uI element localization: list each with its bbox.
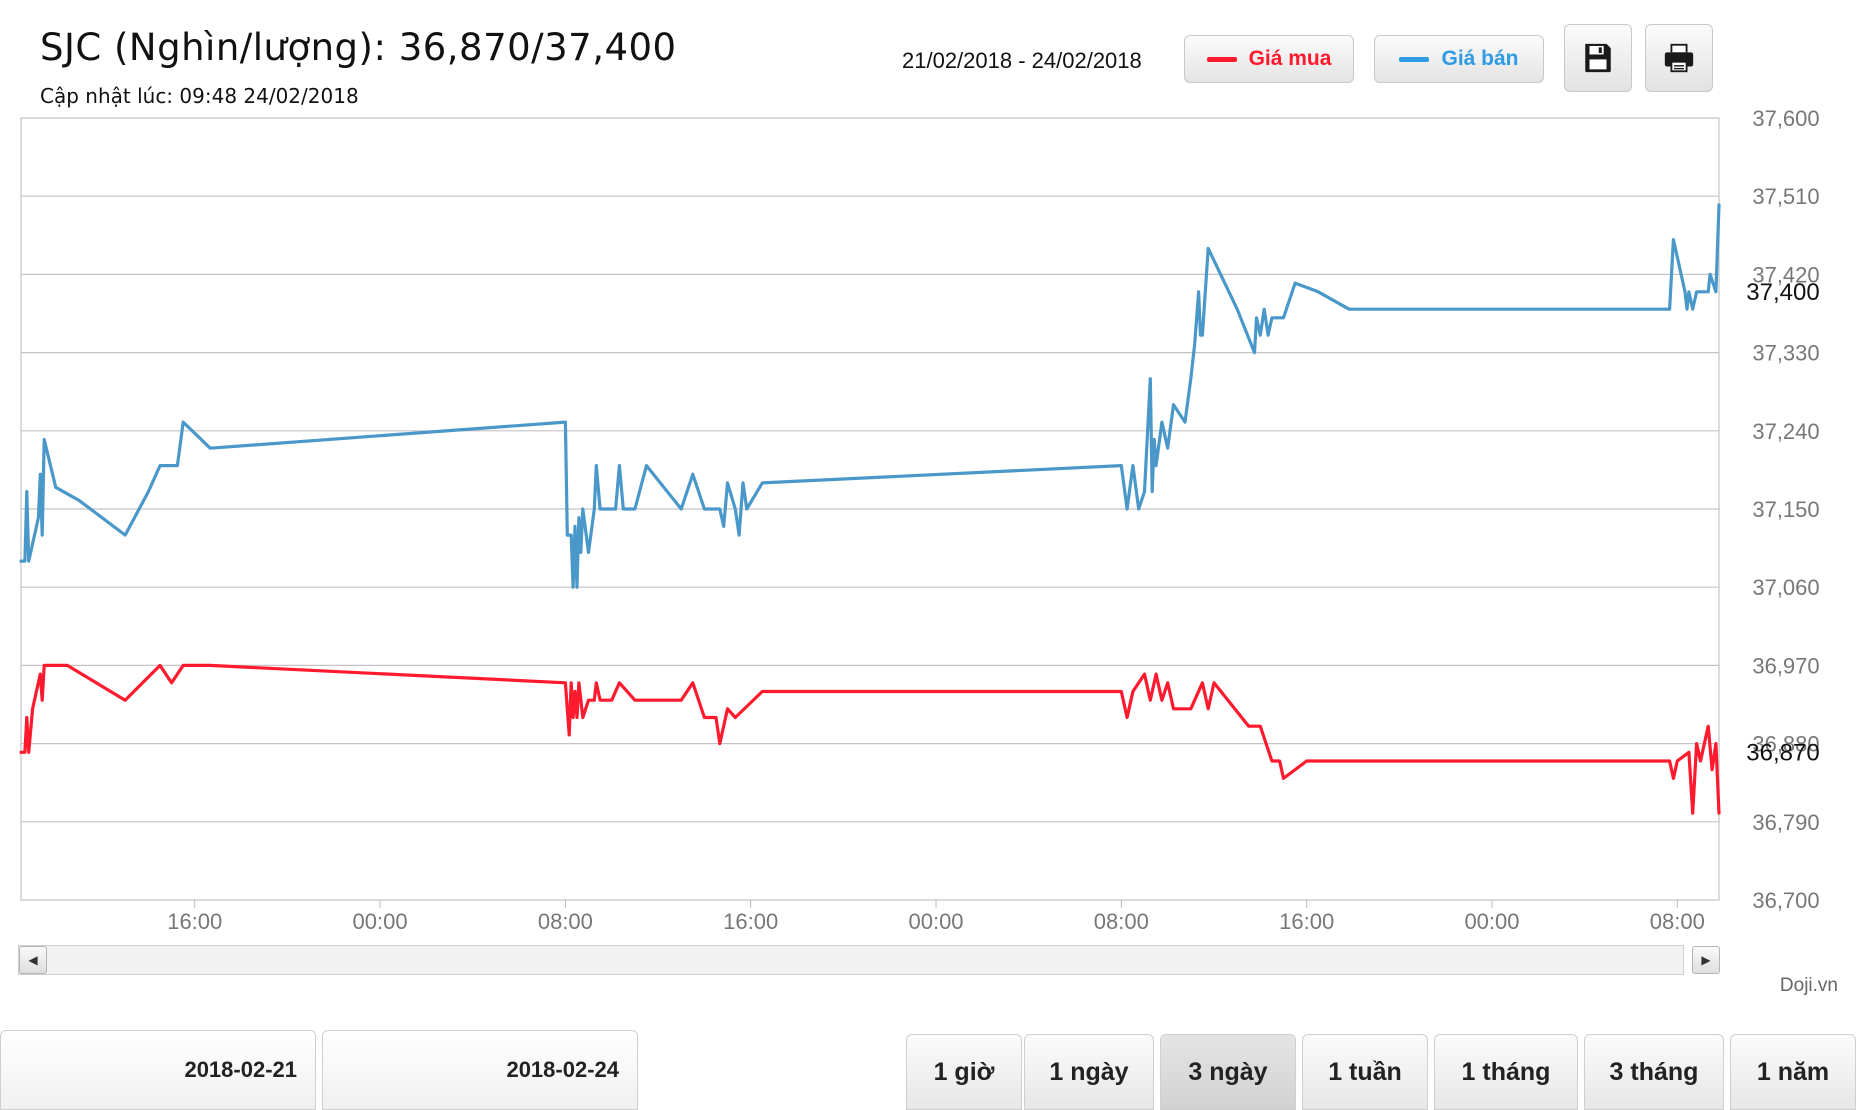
range-button[interactable]: 1 giờ: [906, 1034, 1022, 1110]
date-to-input[interactable]: 2018-02-24: [322, 1030, 638, 1110]
date-from-input[interactable]: 2018-02-21: [0, 1030, 316, 1110]
scroll-right-button[interactable]: ▶: [1692, 946, 1720, 974]
y-tick-label: 36,700: [1752, 888, 1819, 913]
x-tick-label: 00:00: [1464, 909, 1519, 934]
x-tick-label: 16:00: [167, 909, 222, 934]
range-button[interactable]: 1 tháng: [1434, 1034, 1578, 1110]
range-button[interactable]: 3 tháng: [1584, 1034, 1724, 1110]
x-tick-label: 08:00: [538, 909, 593, 934]
y-tick-label: 37,600: [1752, 106, 1819, 131]
scroll-left-button[interactable]: ◀: [19, 946, 47, 974]
y-tick-label: 36,970: [1752, 653, 1819, 678]
buy-last-value-label: 36,870: [1746, 739, 1819, 766]
x-tick-label: 16:00: [723, 909, 778, 934]
x-tick-label: 00:00: [353, 909, 408, 934]
arrow-right-icon: ▶: [1701, 953, 1711, 967]
arrow-left-icon: ◀: [28, 953, 38, 967]
sell-last-value-label: 37,400: [1746, 279, 1819, 306]
y-axis: 37,60037,51037,42037,33037,24037,15037,0…: [1752, 106, 1819, 913]
range-button[interactable]: 3 ngày: [1160, 1034, 1296, 1110]
range-button[interactable]: 1 ngày: [1024, 1034, 1154, 1110]
chart-scrollbar[interactable]: [18, 945, 1684, 975]
y-tick-label: 37,240: [1752, 419, 1819, 444]
x-tick-label: 16:00: [1279, 909, 1334, 934]
y-tick-label: 37,330: [1752, 341, 1819, 366]
x-tick-label: 08:00: [1094, 909, 1149, 934]
y-tick-label: 37,510: [1752, 184, 1819, 209]
y-tick-label: 37,150: [1752, 497, 1819, 522]
range-button[interactable]: 1 tuần: [1302, 1034, 1428, 1110]
y-tick-label: 36,790: [1752, 810, 1819, 835]
x-tick-label: 08:00: [1650, 909, 1705, 934]
y-tick-label: 37,060: [1752, 575, 1819, 600]
x-axis: 16:00 00:00 08:00 16:00 00:00 08:00 16:00 00:00…: [167, 900, 1705, 934]
price-chart: 37,60037,51037,42037,33037,24037,15037,0…: [19, 106, 1820, 934]
credit-label: Doji.vn: [1779, 975, 1838, 996]
range-button[interactable]: 1 năm: [1730, 1034, 1856, 1110]
x-tick-label: 00:00: [908, 909, 963, 934]
